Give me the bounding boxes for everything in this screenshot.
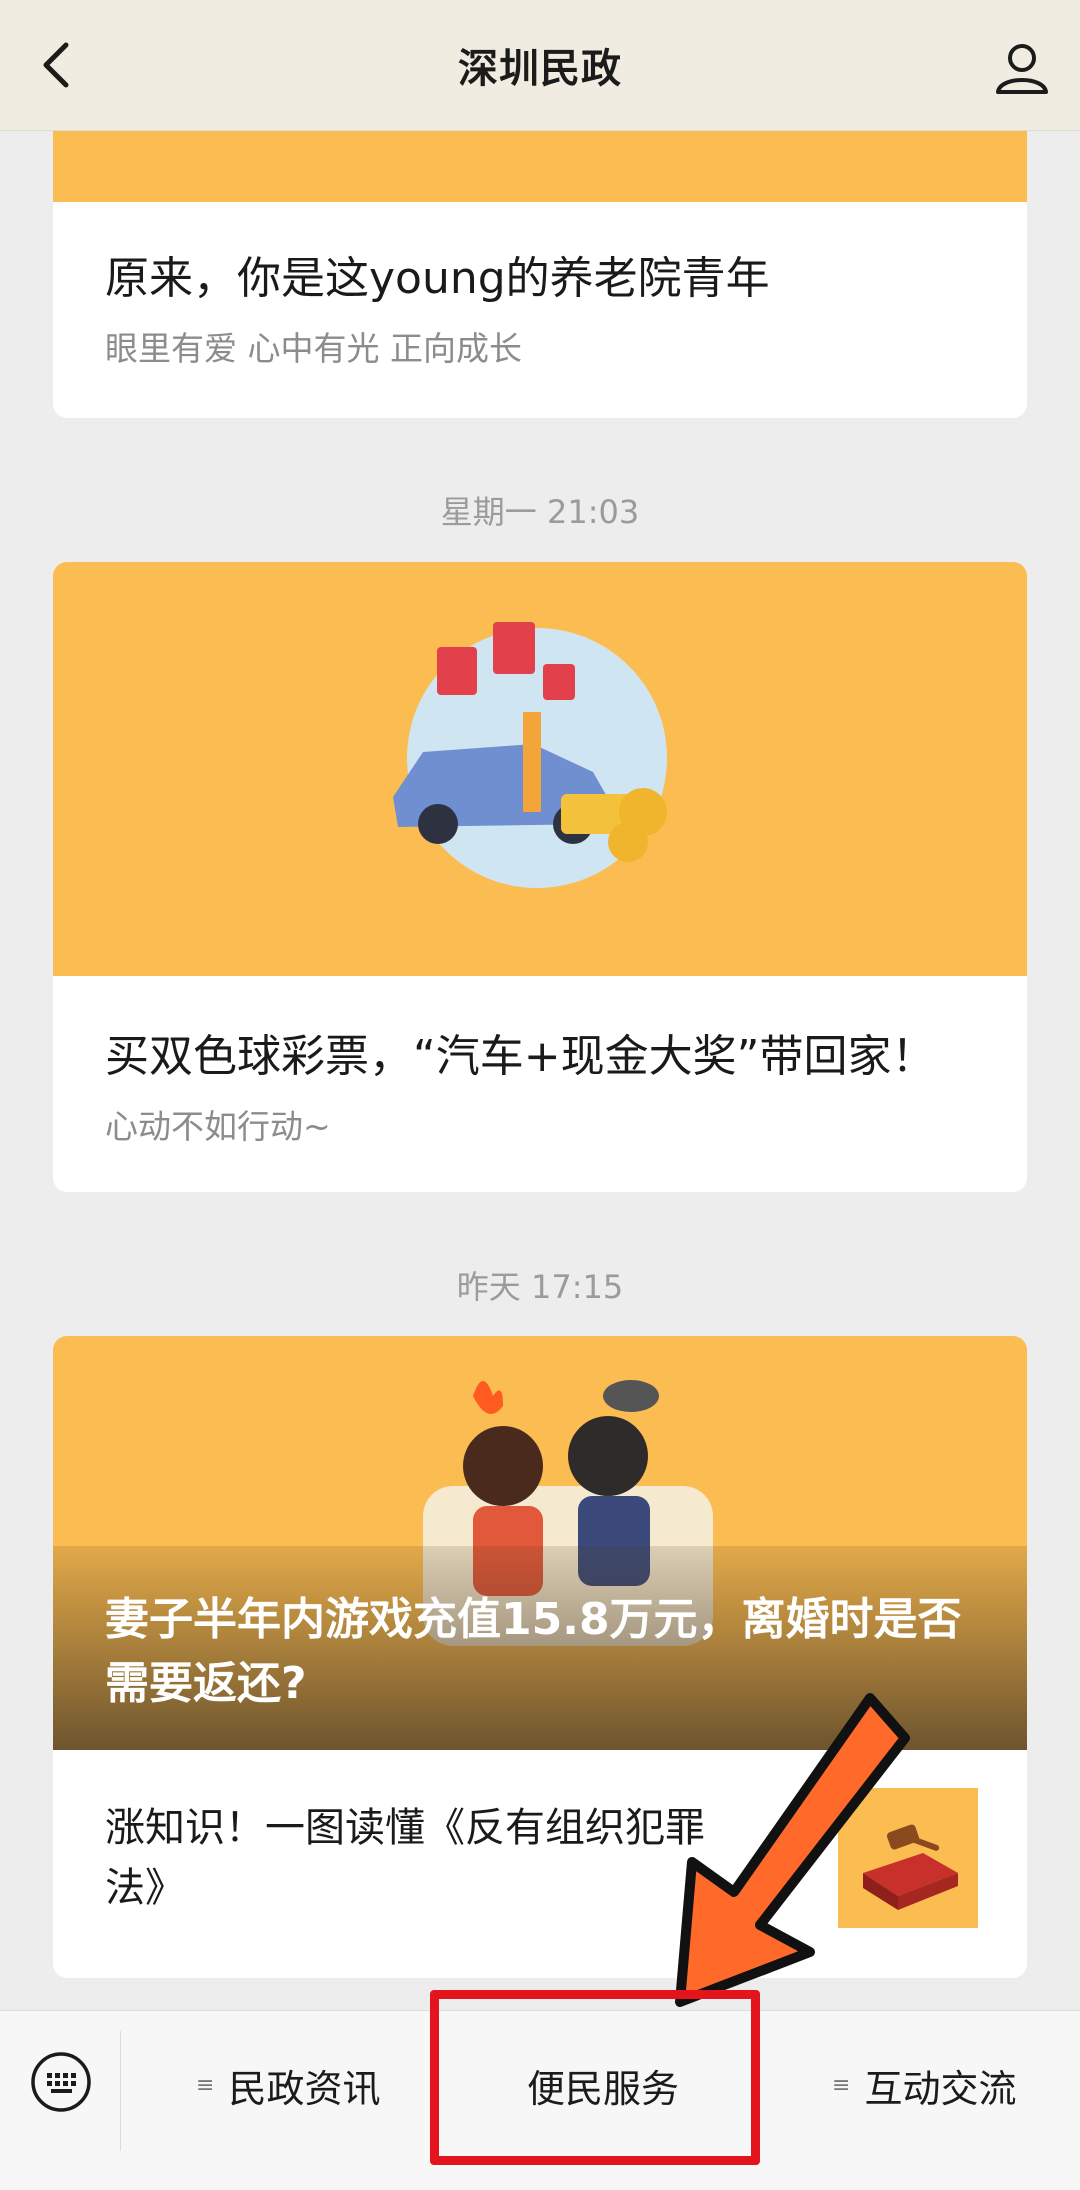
article-title: 原来，你是这young的养老院青年 <box>105 253 770 304</box>
article-cover <box>53 562 1027 976</box>
menu-lines-icon: ≡ <box>196 2072 215 2098</box>
article-title: 买双色球彩票，“汽车+现金大奖”带回家！ <box>105 1031 936 1082</box>
highlight-box-annotation <box>430 1990 760 2165</box>
top-bar: 深圳民政 <box>0 0 1080 131</box>
article-card[interactable]: 买双色球彩票，“汽车+现金大奖”带回家！ 心动不如行动~ <box>53 562 1027 1192</box>
article-subtitle: 眼里有爱 心中有光 正向成长 <box>105 329 522 368</box>
menu-item-civil-news[interactable]: ≡ 民政资讯 <box>196 2055 380 2115</box>
article-card[interactable]: 原来，你是这young的养老院青年 眼里有爱 心中有光 正向成长 <box>53 90 1027 418</box>
back-arrow-icon[interactable] <box>30 35 90 95</box>
menu-item-label: 民政资讯 <box>228 2066 381 2111</box>
lottery-car-illustration <box>393 622 667 888</box>
article-subtitle: 心动不如行动~ <box>105 1107 331 1146</box>
menu-lines-icon: ≡ <box>832 2072 851 2098</box>
pointing-arrow-annotation <box>675 1693 910 2007</box>
keyboard-icon[interactable] <box>30 2051 92 2113</box>
message-timestamp: 星期一 21:03 <box>440 493 640 531</box>
page-title: 深圳民政 <box>458 46 622 92</box>
message-timestamp: 昨天 17:15 <box>456 1268 624 1306</box>
profile-icon[interactable] <box>992 38 1052 98</box>
menu-item-interaction[interactable]: ≡ 互动交流 <box>832 2055 1016 2115</box>
menu-divider <box>120 2031 121 2151</box>
sub-article-title[interactable]: 涨知识！一图读懂《反有组织犯罪法》 <box>105 1798 725 1918</box>
menu-item-label: 互动交流 <box>864 2066 1017 2111</box>
